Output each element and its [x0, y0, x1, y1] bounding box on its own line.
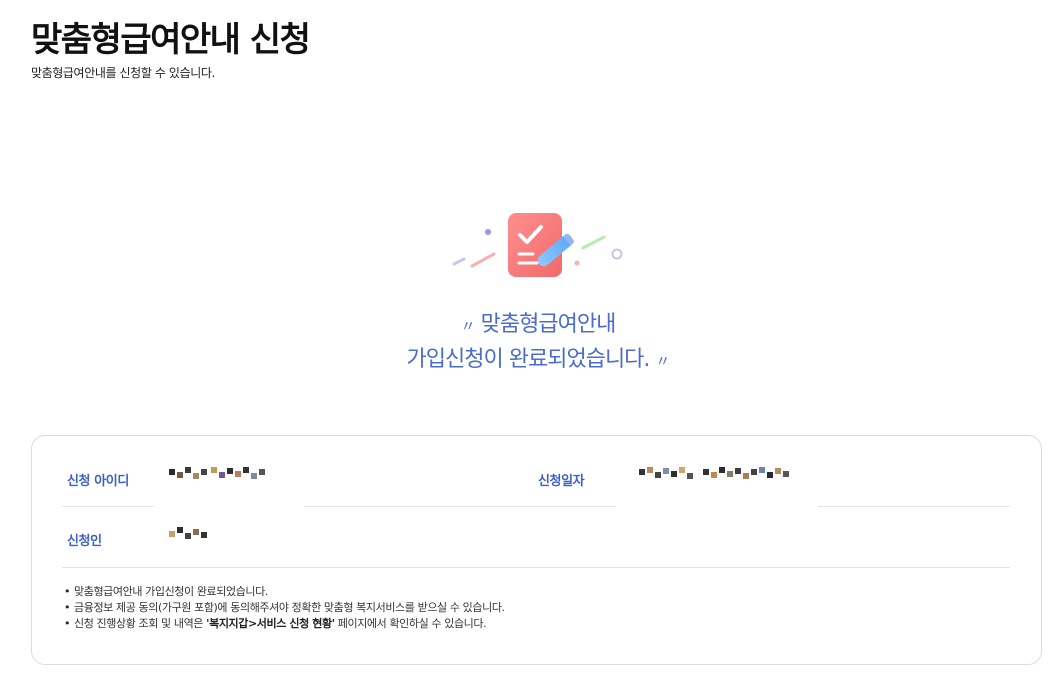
row-divider: [62, 567, 1010, 568]
applicant-id-label: 신청 아이디: [67, 474, 129, 489]
application-date-value-masked: [639, 467, 791, 481]
row-divider: [304, 506, 616, 507]
close-quote-mark: 〃: [655, 352, 670, 370]
application-info-card: 신청 아이디 신청일자 신청인 • 맞춤형급여안내 가입신청이 완료되었습니다.…: [31, 435, 1042, 665]
notice-item: 신청 진행상황 조회 및 내역은 '복지지갑>서비스 신청 현황' 페이지에서 …: [64, 616, 505, 632]
checklist-clipboard-icon: [452, 213, 623, 277]
applicant-id-value-masked: [169, 467, 265, 481]
row-divider: [818, 506, 1010, 507]
row-divider: [62, 506, 154, 507]
page-subtitle: 맞춤형급여안내를 신청할 수 있습니다.: [31, 66, 215, 80]
completion-title: 맞춤형급여안내: [480, 312, 617, 337]
open-quote-mark: 〃: [460, 317, 476, 335]
completion-message: 〃 맞춤형급여안내 가입신청이 완료되었습니다. 〃: [0, 308, 1060, 378]
page-title: 맞춤형급여안내 신청: [31, 20, 311, 60]
notice-item: 맞춤형급여안내 가입신청이 완료되었습니다.: [64, 584, 505, 600]
applicant-name-label: 신청인: [67, 534, 102, 549]
applicant-name-value-masked: [169, 527, 209, 541]
notice-list: 맞춤형급여안내 가입신청이 완료되었습니다. 금융정보 제공 동의(가구원 포함…: [64, 584, 505, 632]
application-date-label: 신청일자: [538, 474, 585, 489]
completion-line-2: 가입신청이 완료되었습니다. 〃: [0, 343, 1060, 378]
completion-line-1: 〃 맞춤형급여안내: [0, 308, 1060, 343]
wallet-service-status-link-text: '복지지갑>서비스 신청 현황': [206, 617, 335, 630]
completion-text: 가입신청이 완료되었습니다.: [406, 347, 651, 372]
notice-item: 금융정보 제공 동의(가구원 포함)에 동의해주셔야 정확한 맞춤형 복지서비스…: [64, 600, 505, 616]
